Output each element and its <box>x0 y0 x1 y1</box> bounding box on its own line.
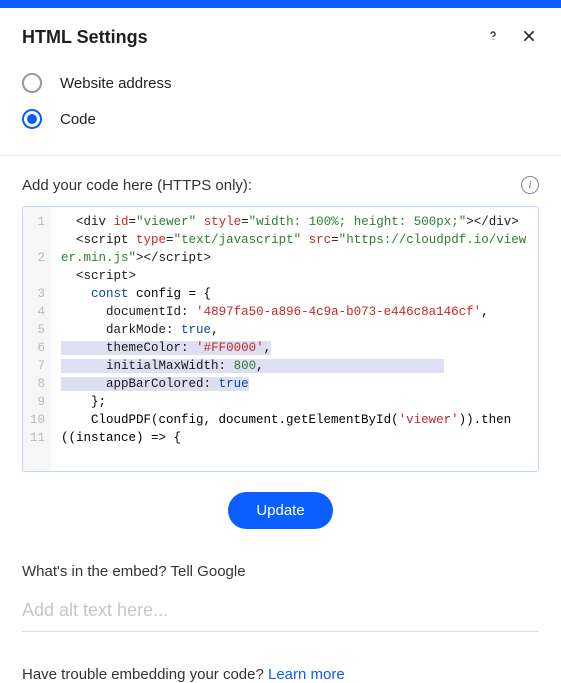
code-darkmode: true <box>181 323 211 337</box>
radio-icon <box>22 109 42 129</box>
alt-heading: What's in the embed? Tell Google <box>22 563 539 580</box>
info-icon[interactable]: i <box>521 176 539 194</box>
modal-top-bar <box>0 0 561 8</box>
radio-label: Code <box>60 111 96 128</box>
learn-more-link[interactable]: Learn more <box>268 666 345 683</box>
update-button[interactable]: Update <box>228 492 332 529</box>
code-script-type: text/javascript <box>181 233 294 247</box>
code-initialmaxwidth: 800 <box>234 359 257 373</box>
source-radio-group: Website address Code <box>0 65 561 156</box>
alt-text-input[interactable] <box>22 594 539 632</box>
trouble-text: Have trouble embedding your code? <box>22 666 268 683</box>
code-div-style: width: 100%; height: 500px; <box>256 215 459 229</box>
help-button[interactable] <box>483 26 503 49</box>
code-appbarcolored: true <box>219 377 249 391</box>
radio-website-address[interactable]: Website address <box>22 65 539 101</box>
code-section-label: Add your code here (HTTPS only): <box>22 177 252 194</box>
modal-title: HTML Settings <box>22 27 148 48</box>
code-div-id: viewer <box>144 215 189 229</box>
modal-header: HTML Settings <box>0 8 561 65</box>
question-icon <box>485 28 501 47</box>
radio-label: Website address <box>60 75 171 92</box>
code-label-row: Add your code here (HTTPS only): i <box>22 176 539 194</box>
close-icon <box>521 28 537 47</box>
header-actions <box>483 26 539 49</box>
code-getelement-arg: viewer <box>406 413 451 427</box>
code-document-id: 4897fa50-a896-4c9a-b073-e446c8a146cf <box>204 305 474 319</box>
close-button[interactable] <box>519 26 539 49</box>
html-settings-modal: HTML Settings Website address Code <box>0 8 561 683</box>
code-themecolor: #FF0000 <box>204 341 257 355</box>
trouble-row: Have trouble embedding your code? Learn … <box>0 642 561 683</box>
code-editor[interactable]: 1 2 34567891011 <div id="viewer" style="… <box>22 206 539 472</box>
radio-icon <box>22 73 42 93</box>
radio-code[interactable]: Code <box>22 101 539 137</box>
alt-text-section: What's in the embed? Tell Google <box>0 539 561 642</box>
code-section: Add your code here (HTTPS only): i 1 2 3… <box>0 156 561 529</box>
code-content[interactable]: <div id="viewer" style="width: 100%; hei… <box>51 207 538 471</box>
line-gutter: 1 2 34567891011 <box>23 207 51 471</box>
